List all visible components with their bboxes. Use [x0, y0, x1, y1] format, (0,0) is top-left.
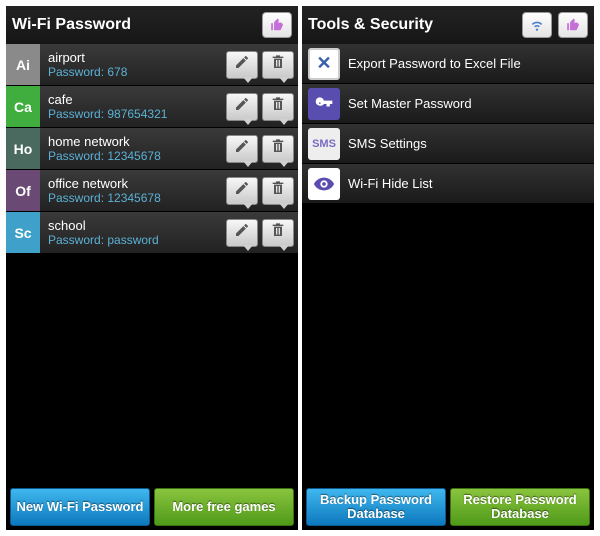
network-badge: Ai: [6, 44, 40, 85]
network-badge: Ca: [6, 86, 40, 127]
header-right: Tools & Security: [302, 6, 594, 44]
tool-label: Export Password to Excel File: [348, 56, 521, 71]
network-name: cafe: [48, 92, 226, 108]
header-left: Wi-Fi Password: [6, 6, 298, 44]
wifi-password-screen: Wi-Fi Password AiairportPassword: 678Cac…: [6, 6, 298, 530]
network-name: office network: [48, 176, 226, 192]
tools-list: ✕ Export Password to Excel File Set Master…: [302, 44, 594, 484]
pencil-icon: [234, 222, 250, 243]
edit-button[interactable]: [226, 51, 258, 79]
row-actions: [226, 86, 298, 127]
edit-button[interactable]: [226, 93, 258, 121]
pencil-icon: [234, 180, 250, 201]
row-text: airportPassword: 678: [40, 44, 226, 85]
row-text: cafePassword: 987654321: [40, 86, 226, 127]
wifi-row[interactable]: Ofoffice networkPassword: 12345678: [6, 170, 298, 212]
like-button[interactable]: [558, 12, 588, 38]
delete-button[interactable]: [262, 51, 294, 79]
row-text: home networkPassword: 12345678: [40, 128, 226, 169]
pencil-icon: [234, 54, 250, 75]
edit-button[interactable]: [226, 135, 258, 163]
row-actions: [226, 128, 298, 169]
trash-icon: [270, 96, 286, 117]
trash-icon: [270, 138, 286, 159]
delete-button[interactable]: [262, 219, 294, 247]
pencil-icon: [234, 96, 250, 117]
key-icon: [308, 88, 340, 120]
edit-button[interactable]: [226, 219, 258, 247]
network-name: school: [48, 218, 226, 234]
network-password: Password: 12345678: [48, 149, 226, 163]
excel-icon: ✕: [308, 48, 340, 80]
row-actions: [226, 44, 298, 85]
row-actions: [226, 170, 298, 211]
row-text: office networkPassword: 12345678: [40, 170, 226, 211]
wifi-row[interactable]: Hohome networkPassword: 12345678: [6, 128, 298, 170]
wifi-list: AiairportPassword: 678CacafePassword: 98…: [6, 44, 298, 484]
wifi-row[interactable]: AiairportPassword: 678: [6, 44, 298, 86]
network-name: airport: [48, 50, 226, 66]
pencil-icon: [234, 138, 250, 159]
delete-button[interactable]: [262, 93, 294, 121]
like-button[interactable]: [262, 12, 292, 38]
delete-button[interactable]: [262, 135, 294, 163]
tool-label: Wi-Fi Hide List: [348, 176, 433, 191]
footer-right: Backup Password Database Restore Passwor…: [302, 484, 594, 530]
sms-icon: SMS: [308, 128, 340, 160]
row-text: schoolPassword: password: [40, 212, 226, 253]
delete-button[interactable]: [262, 177, 294, 205]
network-name: home network: [48, 134, 226, 150]
tools-row[interactable]: SMS SMS Settings: [302, 124, 594, 164]
network-password: Password: 987654321: [48, 107, 226, 121]
network-password: Password: password: [48, 233, 226, 247]
tools-security-screen: Tools & Security ✕ Export Password to Exc…: [302, 6, 594, 530]
restore-database-button[interactable]: Restore Password Database: [450, 488, 590, 526]
thumbs-up-icon: [565, 18, 581, 32]
tool-label: Set Master Password: [348, 96, 472, 111]
thumbs-up-icon: [269, 18, 285, 32]
network-password: Password: 12345678: [48, 191, 226, 205]
new-wifi-password-button[interactable]: New Wi-Fi Password: [10, 488, 150, 526]
tool-label: SMS Settings: [348, 136, 427, 151]
more-free-games-button[interactable]: More free games: [154, 488, 294, 526]
network-badge: Ho: [6, 128, 40, 169]
network-badge: Of: [6, 170, 40, 211]
wifi-indicator-button[interactable]: [522, 12, 552, 38]
tools-row[interactable]: Set Master Password: [302, 84, 594, 124]
wifi-row[interactable]: CacafePassword: 987654321: [6, 86, 298, 128]
header-title: Wi-Fi Password: [12, 16, 256, 34]
edit-button[interactable]: [226, 177, 258, 205]
wifi-row[interactable]: ScschoolPassword: password: [6, 212, 298, 254]
eye-icon: [308, 168, 340, 200]
trash-icon: [270, 180, 286, 201]
network-password: Password: 678: [48, 65, 226, 79]
backup-database-button[interactable]: Backup Password Database: [306, 488, 446, 526]
trash-icon: [270, 222, 286, 243]
trash-icon: [270, 54, 286, 75]
tools-row[interactable]: Wi-Fi Hide List: [302, 164, 594, 204]
tools-row[interactable]: ✕ Export Password to Excel File: [302, 44, 594, 84]
row-actions: [226, 212, 298, 253]
wifi-icon: [528, 18, 546, 32]
network-badge: Sc: [6, 212, 40, 253]
footer-left: New Wi-Fi Password More free games: [6, 484, 298, 530]
header-title: Tools & Security: [308, 16, 516, 34]
